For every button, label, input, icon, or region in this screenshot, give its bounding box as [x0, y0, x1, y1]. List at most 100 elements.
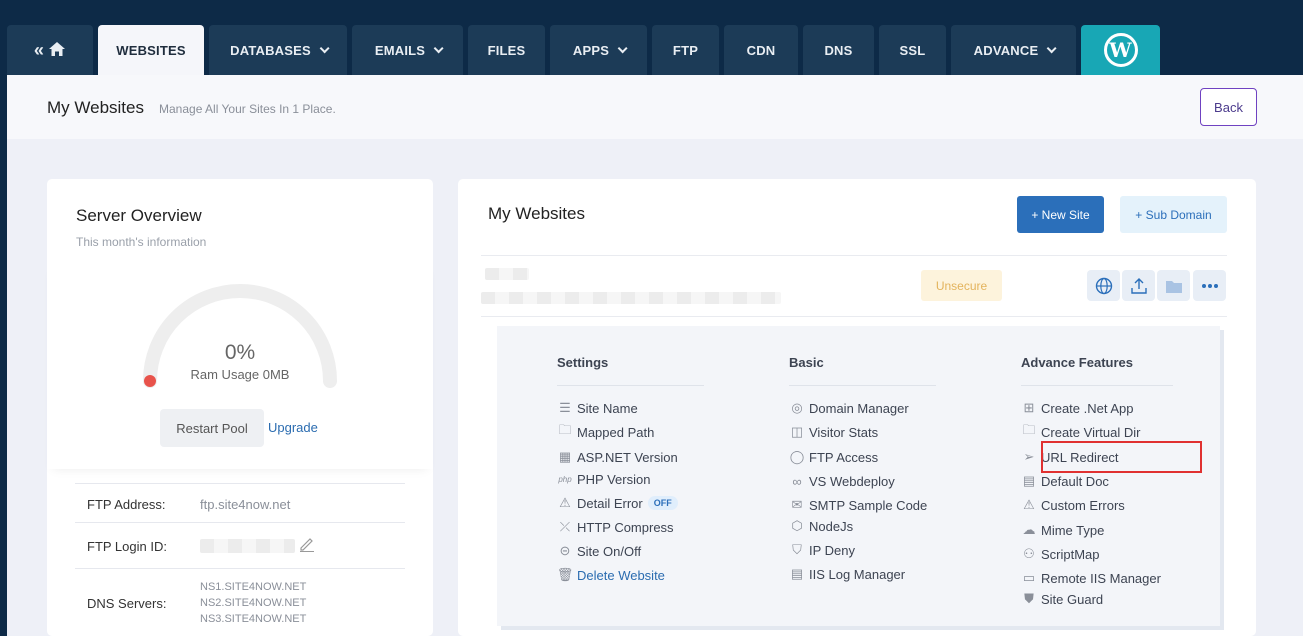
tab-wordpress[interactable]: W: [1081, 25, 1160, 75]
domain-manager-link[interactable]: ◎ Domain Manager: [789, 400, 908, 416]
stats-icon: ◫: [790, 424, 804, 439]
upload-icon[interactable]: [1122, 270, 1155, 301]
tab-advance[interactable]: ADVANCE: [951, 25, 1076, 75]
tab-label: FILES: [487, 42, 526, 58]
chevron-down-icon: [617, 42, 628, 53]
divider: [1021, 385, 1173, 386]
dns-server: NS2.SITE4NOW.NET: [200, 597, 307, 609]
ftp-address-value: ftp.site4now.net: [200, 497, 291, 512]
basic-heading: Basic: [789, 355, 824, 370]
smtp-sample-code-link[interactable]: ✉ SMTP Sample Code: [789, 497, 928, 513]
more-options-icon[interactable]: [1193, 270, 1226, 301]
site-features-panel: Settings ☰ Site Name 🗀 Mapped Path ▦ ASP.NE…: [497, 326, 1220, 626]
dns-server: NS1.SITE4NOW.NET: [200, 581, 307, 593]
mapped-path-link[interactable]: 🗀 Mapped Path: [557, 422, 654, 440]
inbox-icon: ▤: [790, 566, 804, 581]
tab-databases[interactable]: DATABASES: [209, 25, 347, 75]
ram-usage-percent: 0%: [224, 341, 256, 364]
tab-ftp[interactable]: FTP: [652, 25, 719, 75]
back-button[interactable]: Back: [1200, 88, 1257, 126]
dns-servers-label: DNS Servers:: [87, 596, 167, 611]
page-header: My Websites Manage All Your Sites In 1 P…: [7, 75, 1303, 139]
vs-webdeploy-link[interactable]: ∞ VS Webdeploy: [789, 473, 894, 489]
top-navigation: « WEBSITES DATABASES EMAILS FILES APPS F…: [0, 0, 1303, 75]
tab-label: APPS: [572, 42, 610, 58]
edit-icon[interactable]: [299, 536, 315, 557]
tab-files[interactable]: FILES: [468, 25, 545, 75]
ip-deny-link[interactable]: ⛉ IP Deny: [789, 542, 855, 558]
globe-icon[interactable]: [1087, 270, 1120, 301]
detail-error-link[interactable]: ⚠ Detail Error OFF: [557, 495, 678, 511]
tab-label: CDN: [746, 42, 776, 58]
php-version-link[interactable]: php PHP Version: [557, 471, 650, 487]
ram-usage-label: Ram Usage 0MB: [190, 367, 290, 382]
http-compress-link[interactable]: ⤫ HTTP Compress: [557, 519, 674, 535]
settings-heading: Settings: [557, 355, 609, 370]
site-name-link[interactable]: ☰ Site Name: [557, 400, 638, 416]
document-icon: ▤: [1022, 473, 1036, 488]
mime-type-link[interactable]: ☁ Mime Type: [1021, 522, 1105, 538]
trash-icon: 🗑: [556, 567, 574, 582]
sitemap-icon: ⚇: [1023, 546, 1035, 561]
tab-label: DNS: [824, 42, 853, 58]
scriptmap-link[interactable]: ⚇ ScriptMap: [1021, 546, 1099, 562]
windows-icon: ▦: [558, 449, 572, 464]
wordpress-icon: W: [1103, 33, 1138, 67]
folder-icon[interactable]: [1157, 270, 1190, 301]
ftp-access-link[interactable]: ◯ FTP Access: [789, 449, 878, 465]
custom-errors-link[interactable]: ⚠ Custom Errors: [1021, 497, 1125, 513]
tab-dns[interactable]: DNS: [803, 25, 874, 75]
default-doc-link[interactable]: ▤ Default Doc: [1021, 473, 1109, 489]
tab-ssl[interactable]: SSL: [879, 25, 946, 75]
tab-label: DATABASES: [230, 42, 311, 58]
tab-emails[interactable]: EMAILS: [352, 25, 463, 75]
server-overview-subtitle: This month's information: [76, 235, 207, 249]
tab-cdn[interactable]: CDN: [724, 25, 798, 75]
chevron-down-icon: [319, 42, 330, 53]
remote-iis-manager-link[interactable]: ▭ Remote IIS Manager: [1021, 570, 1161, 586]
ftp-login-label: FTP Login ID:: [87, 539, 167, 554]
visitor-stats-link[interactable]: ◫ Visitor Stats: [789, 424, 878, 440]
globe-icon: ◎: [791, 400, 803, 415]
home-icon: [48, 41, 66, 60]
create-virtual-dir-link[interactable]: 🗀 Create Virtual Dir: [1021, 422, 1140, 440]
site-on-off-link[interactable]: ⊝ Site On/Off: [557, 543, 642, 559]
site-guard-link[interactable]: ⛊ Site Guard: [1021, 591, 1103, 607]
page-body: My Websites Manage All Your Sites In 1 P…: [7, 75, 1303, 636]
nodejs-link[interactable]: ⬡ NodeJs: [789, 518, 853, 534]
status-badge: OFF: [647, 496, 678, 510]
tab-apps[interactable]: APPS: [550, 25, 647, 75]
chevron-down-icon: [433, 42, 444, 53]
sub-domain-button[interactable]: + Sub Domain: [1120, 196, 1227, 233]
tab-websites[interactable]: WEBSITES: [98, 25, 204, 75]
aspnet-version-link[interactable]: ▦ ASP.NET Version: [557, 449, 678, 465]
server-overview-title: Server Overview: [76, 206, 202, 225]
upgrade-link[interactable]: Upgrade: [268, 420, 318, 435]
new-site-button[interactable]: + New Site: [1017, 196, 1104, 233]
tab-label: ADVANCE: [973, 42, 1039, 58]
delete-website-link[interactable]: 🗑 Delete Website: [557, 567, 665, 583]
mail-icon: ✉: [791, 497, 803, 512]
advance-features-heading: Advance Features: [1021, 355, 1133, 370]
restart-pool-button[interactable]: Restart Pool: [160, 409, 264, 447]
warning-icon: ⚠: [559, 495, 571, 510]
iis-log-manager-link[interactable]: ▤ IIS Log Manager: [789, 566, 905, 582]
tab-label: FTP: [672, 42, 699, 58]
page-title: My Websites: [47, 98, 144, 117]
chevron-down-icon: [1047, 42, 1057, 53]
tab-label: SSL: [899, 42, 926, 58]
unsecure-badge: Unsecure: [921, 270, 1002, 301]
home-back-tab[interactable]: «: [7, 25, 93, 75]
my-websites-card: My Websites + New Site + Sub Domain Unse…: [458, 179, 1256, 636]
ftp-address-label: FTP Address:: [87, 497, 166, 512]
highlight-box: [1041, 441, 1202, 473]
visual-studio-icon: ∞: [792, 473, 802, 489]
divider: [557, 385, 704, 386]
dns-server: NS3.SITE4NOW.NET: [200, 613, 307, 625]
dns-servers-list: NS1.SITE4NOW.NET NS2.SITE4NOW.NET NS3.SI…: [200, 579, 306, 627]
cloud-icon: ☁: [1022, 522, 1036, 537]
create-net-app-link[interactable]: ⊞ Create .Net App: [1021, 400, 1134, 416]
compress-icon: ⤫: [559, 519, 571, 534]
php-icon: php: [558, 474, 572, 484]
folder-plus-icon: 🗀: [1022, 422, 1036, 437]
